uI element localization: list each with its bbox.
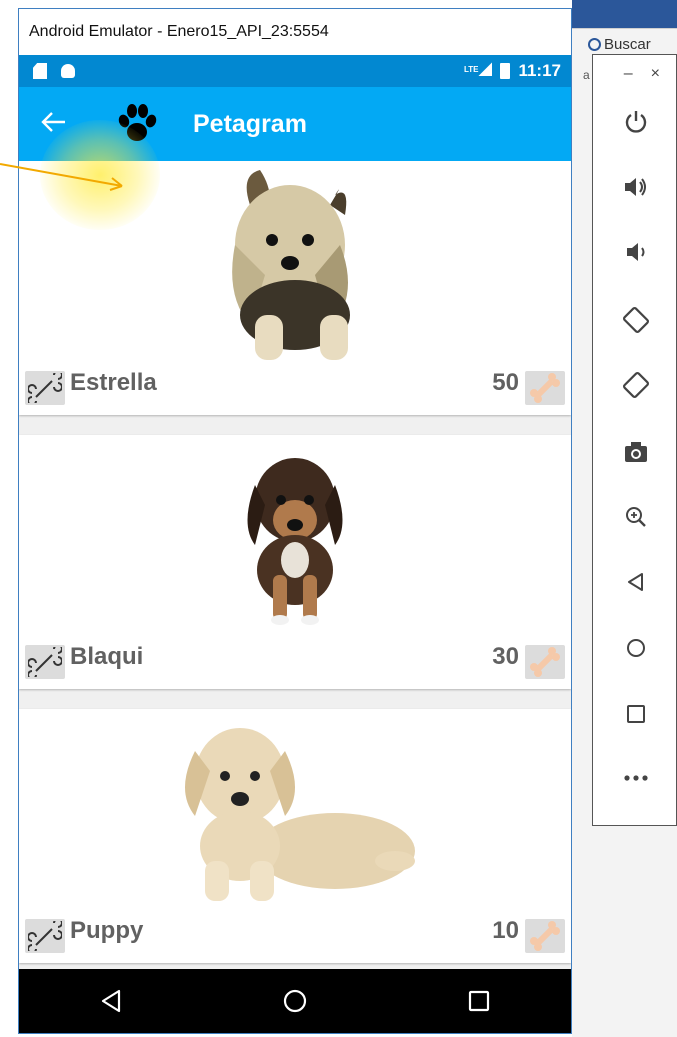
- signal-icon: [478, 62, 493, 76]
- host-ribbon: [572, 0, 677, 28]
- back-icon[interactable]: [619, 565, 653, 599]
- bone-button[interactable]: [25, 371, 65, 405]
- search-icon: [588, 38, 601, 51]
- pet-name: Blaqui: [70, 643, 144, 670]
- bone-outline-icon: [28, 373, 62, 403]
- annotation-arrow-icon: [0, 163, 123, 191]
- android-icon: [61, 64, 75, 78]
- bone-rating-button[interactable]: [525, 645, 565, 679]
- signal-group: LTE: [464, 61, 493, 81]
- pet-card: Blaqui 30: [19, 435, 571, 689]
- pet-name: Puppy: [70, 917, 144, 944]
- host-tiny-text: a: [583, 68, 590, 82]
- bone-outline-icon: [28, 647, 62, 677]
- pet-likes: 50: [492, 369, 519, 396]
- window-titlebar[interactable]: Android Emulator - Enero15_API_23:5554: [19, 9, 571, 55]
- app-title: Petagram: [193, 109, 307, 138]
- overview-icon[interactable]: [619, 697, 653, 731]
- lte-label: LTE: [463, 65, 479, 74]
- android-navbar: [19, 969, 571, 1033]
- pet-likes: 30: [492, 643, 519, 670]
- zoom-icon[interactable]: [619, 500, 653, 534]
- nav-back-icon[interactable]: [91, 981, 131, 1021]
- bone-outline-icon: [28, 921, 62, 951]
- android-statusbar: LTE 11:17: [19, 55, 571, 87]
- status-time: 11:17: [518, 61, 561, 80]
- pet-photo-labrador: [170, 711, 420, 911]
- rotate-right-icon[interactable]: [619, 368, 653, 402]
- emulator-side-toolbar: – ×: [592, 54, 677, 826]
- bone-filled-icon: [530, 921, 560, 951]
- host-search-label: Buscar: [604, 36, 651, 53]
- battery-icon: [500, 63, 511, 79]
- rotate-left-icon[interactable]: [619, 303, 653, 337]
- sd-card-icon: [33, 63, 47, 79]
- pet-name: Estrella: [70, 369, 157, 396]
- more-options-icon[interactable]: [619, 761, 653, 795]
- bone-rating-button[interactable]: [525, 919, 565, 953]
- pet-photo-beagle: [235, 445, 355, 630]
- bone-button[interactable]: [25, 645, 65, 679]
- window-title: Android Emulator - Enero15_API_23:5554: [29, 23, 329, 40]
- minimize-button[interactable]: –: [624, 65, 633, 83]
- pet-list[interactable]: Estrella 50 Blaqui 30 Puppy 10: [19, 161, 571, 973]
- volume-down-icon[interactable]: [619, 235, 653, 269]
- home-icon[interactable]: [619, 631, 653, 665]
- bone-rating-button[interactable]: [525, 371, 565, 405]
- bone-filled-icon: [530, 647, 560, 677]
- pet-card: Puppy 10: [19, 709, 571, 963]
- host-search[interactable]: Buscar: [588, 36, 651, 53]
- bone-filled-icon: [530, 373, 560, 403]
- pet-likes: 10: [492, 917, 519, 944]
- pet-photo-yorkie: [210, 165, 380, 370]
- camera-icon[interactable]: [619, 435, 653, 469]
- volume-up-icon[interactable]: [619, 170, 653, 204]
- power-icon[interactable]: [619, 105, 653, 139]
- nav-recents-icon[interactable]: [459, 981, 499, 1021]
- nav-home-icon[interactable]: [275, 981, 315, 1021]
- bone-button[interactable]: [25, 919, 65, 953]
- close-button[interactable]: ×: [651, 65, 660, 83]
